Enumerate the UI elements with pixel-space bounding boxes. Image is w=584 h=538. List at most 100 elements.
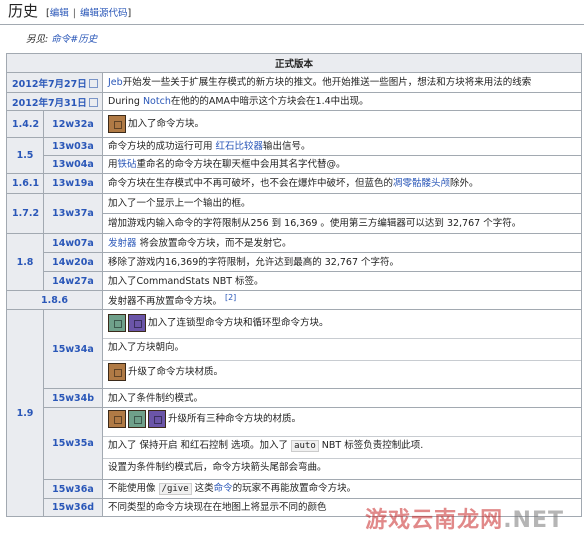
snapshot-link[interactable]: 15w36a <box>52 484 94 495</box>
list-item: 设置为条件制约模式后，命令方块箭头尾部会弯曲。 <box>103 458 581 479</box>
description-cell: 加入了命令方块。 <box>102 110 582 138</box>
impulse-command-block-icon <box>108 115 126 133</box>
date-link[interactable]: 2012年7月31日 <box>12 98 87 109</box>
table-row: 14w20a 移除了游戏内16,369的字符限制，允许达到最高的 32,767 … <box>7 252 582 272</box>
date-cell: 2012年7月31日 <box>6 92 103 111</box>
snapshot-link[interactable]: 13w19a <box>52 178 94 189</box>
description-cell: 加入了连锁型命令方块和循环型命令方块。 加入了方块朝向。 升级了命令方块材质。 <box>102 309 582 389</box>
version-link[interactable]: 1.8 <box>17 257 34 268</box>
description-cell: 命令方块的成功运行可用 红石比较器输出信号。 <box>102 137 582 156</box>
wither-skull-link[interactable]: 凋零骷髅头颅 <box>393 178 450 189</box>
table-row: 1.4.2 12w32a 加入了命令方块。 <box>6 110 582 138</box>
edit-link[interactable]: 编辑 <box>50 8 69 19</box>
snapshot-link[interactable]: 13w03a <box>52 141 94 152</box>
table-row: 15w36a 不能使用像 /give 这类命令的玩家不再能放置命令方块。 <box>7 479 582 499</box>
snapshot-cell: 13w19a <box>43 173 103 194</box>
table-row: 1.7.2 13w37a 加入了一个显示上一个输出的框。 <box>6 193 582 234</box>
table-row: 15w35a 升级所有三种命令方块的材质。 加入了 保持开启 和红石控制 选项。… <box>7 407 582 480</box>
date-cell: 2012年7月27日 <box>6 72 103 93</box>
external-link-icon <box>88 97 98 107</box>
list-item: 加入了连锁型命令方块和循环型命令方块。 <box>103 312 581 338</box>
description-cell: Jeb开始发一些关于扩展生存模式的新方块的推文。他开始推送一些图片，想法和方块将… <box>102 72 582 93</box>
version-cell: 1.6.1 <box>6 173 44 194</box>
code-snippet: /give <box>158 483 192 495</box>
list-item: 加入了 保持开启 和红石控制 选项。加入了 auto NBT 标签负责控制此项. <box>103 436 581 458</box>
watermark: 游戏云南龙网.NET <box>365 508 564 533</box>
version-cell: 1.8 <box>6 233 44 291</box>
description-cell: 加入了一个显示上一个输出的框。 <box>102 193 582 214</box>
repeating-command-block-icon <box>148 410 166 428</box>
edit-links: [编辑 | 编辑源代码] <box>46 8 132 19</box>
reference-link[interactable]: [2] <box>225 293 236 302</box>
snapshot-cell: 12w32a <box>43 110 103 138</box>
table-row: 15w34b 加入了条件制约模式。 <box>7 388 582 408</box>
description-cell: During Notch在他的的AMA中暗示这个方块会在1.4中出现。 <box>102 92 582 111</box>
command-link[interactable]: 命令 <box>214 483 233 494</box>
description-cell: 不能使用像 /give 这类命令的玩家不再能放置命令方块。 <box>102 479 582 499</box>
table-row: 1.8 14w07a 发射器 将会放置命令方块，而不是发射它。 <box>6 233 582 291</box>
list-item: 升级了命令方块材质。 <box>103 360 581 386</box>
version-cell: 1.8.6 <box>6 290 103 310</box>
external-link-icon <box>88 78 98 88</box>
see-also-link[interactable]: 命令#历史 <box>51 34 97 45</box>
chain-command-block-icon <box>128 410 146 428</box>
description-cell: 命令方块在生存模式中不再可破坏，也不会在爆炸中破坏，但蓝色的凋零骷髅头颅除外。 <box>102 173 582 194</box>
notch-link[interactable]: Notch <box>143 96 171 107</box>
snapshot-link[interactable]: 15w36d <box>52 502 94 513</box>
impulse-command-block-icon <box>108 410 126 428</box>
snapshot-link[interactable]: 15w34a <box>52 344 94 355</box>
version-link[interactable]: 1.6.1 <box>12 178 39 189</box>
edit-source-link[interactable]: 编辑源代码 <box>80 8 128 19</box>
version-cell: 1.9 <box>6 309 44 517</box>
version-link[interactable]: 1.4.2 <box>12 119 39 130</box>
history-table: 正式版本 2012年7月27日 Jeb开始发一些关于扩展生存模式的新方块的推文。… <box>6 53 582 517</box>
version-link[interactable]: 1.7.2 <box>12 208 39 219</box>
comparator-link[interactable]: 红石比较器 <box>216 141 264 152</box>
version-link[interactable]: 1.8.6 <box>41 295 68 306</box>
table-row: 1.8.6 发射器不再放置命令方块。 [2] <box>6 290 582 310</box>
snapshot-link[interactable]: 13w37a <box>52 208 94 219</box>
snapshot-link[interactable]: 12w32a <box>52 119 94 130</box>
snapshot-cell: 14w27a <box>43 271 103 291</box>
section-heading: 历史 <box>8 2 39 20</box>
anvil-link[interactable]: 铁砧 <box>118 159 137 170</box>
section-header: 历史 [编辑 | 编辑源代码] <box>0 0 584 25</box>
table-title: 正式版本 <box>6 53 582 73</box>
table-row: 14w27a 加入了CommandStats NBT 标签。 <box>7 271 582 291</box>
snapshot-link[interactable]: 13w04a <box>52 159 94 170</box>
version-link[interactable]: 1.5 <box>17 150 34 161</box>
version-link[interactable]: 1.9 <box>17 408 34 419</box>
chain-command-block-icon <box>108 314 126 332</box>
jeb-link[interactable]: Jeb <box>108 77 123 88</box>
snapshot-cell: 13w04a <box>43 155 103 174</box>
impulse-command-block-icon <box>108 363 126 381</box>
table-row: 1.9 15w34a 加入了连锁型命令方块和循环型命令方块。 加入了方块朝向。 … <box>6 309 582 517</box>
version-cell: 1.5 <box>6 137 44 174</box>
description-cell: 增加游戏内输入命令的字符限制从256 到 16,369 。使用第三方编辑器可以达… <box>102 213 582 234</box>
snapshot-cell: 15w36d <box>43 498 103 517</box>
see-also-note: 另见: 命令#历史 <box>0 25 584 47</box>
description-cell: 发射器不再放置命令方块。 [2] <box>102 290 582 310</box>
date-link[interactable]: 2012年7月27日 <box>12 79 87 90</box>
snapshot-link[interactable]: 14w27a <box>52 276 94 287</box>
dispenser-link[interactable]: 发射器 <box>108 238 137 249</box>
version-cell: 1.4.2 <box>6 110 44 138</box>
snapshot-link[interactable]: 15w34b <box>52 393 94 404</box>
table-row: 1.5 13w03a 命令方块的成功运行可用 红石比较器输出信号。 <box>6 137 582 174</box>
snapshot-link[interactable]: 14w20a <box>52 257 94 268</box>
snapshot-cell: 15w36a <box>43 479 103 499</box>
snapshot-cell: 13w37a <box>43 193 103 234</box>
description-cell: 升级所有三种命令方块的材质。 加入了 保持开启 和红石控制 选项。加入了 aut… <box>102 407 582 480</box>
see-also-prefix: 另见: <box>26 34 49 45</box>
version-cell: 1.7.2 <box>6 193 44 234</box>
snapshot-link[interactable]: 15w35a <box>52 438 94 449</box>
description-cell: 发射器 将会放置命令方块，而不是发射它。 <box>102 233 582 253</box>
snapshot-cell: 15w34b <box>43 388 103 408</box>
code-snippet: auto <box>291 440 319 452</box>
snapshot-cell: 14w07a <box>43 233 103 253</box>
snapshot-cell: 13w03a <box>43 137 103 156</box>
snapshot-link[interactable]: 14w07a <box>52 238 94 249</box>
repeating-command-block-icon <box>128 314 146 332</box>
description-cell: 移除了游戏内16,369的字符限制，允许达到最高的 32,767 个字符。 <box>102 252 582 272</box>
description-cell: 用铁砧重命名的命令方块在聊天框中会用其名字代替@。 <box>102 155 582 174</box>
